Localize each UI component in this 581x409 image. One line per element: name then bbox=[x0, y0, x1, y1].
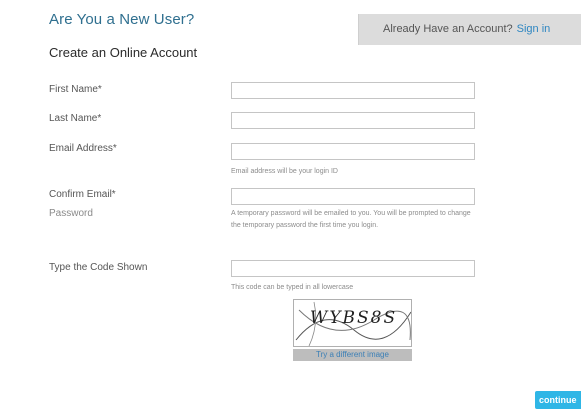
sign-in-link[interactable]: Sign in bbox=[517, 23, 551, 35]
password-label: Password bbox=[49, 208, 93, 219]
try-different-image-link[interactable]: Try a different image bbox=[293, 349, 412, 361]
captcha-hint: This code can be typed in all lowercase bbox=[231, 284, 354, 291]
existing-account-text: Already Have an Account? Sign in bbox=[383, 23, 550, 35]
continue-button[interactable]: continue bbox=[535, 391, 581, 409]
captcha-image: WYBS8S bbox=[293, 299, 412, 347]
new-user-heading: Are You a New User? bbox=[49, 11, 195, 28]
captcha-text: WYBS8S bbox=[309, 308, 398, 328]
have-account-label: Already Have an Account? bbox=[383, 23, 513, 35]
email-hint: Email address will be your login ID bbox=[231, 168, 338, 175]
captcha-code-label: Type the Code Shown bbox=[49, 262, 148, 273]
first-name-input[interactable] bbox=[231, 82, 475, 99]
last-name-input[interactable] bbox=[231, 112, 475, 129]
last-name-label: Last Name* bbox=[49, 113, 102, 124]
confirm-email-input[interactable] bbox=[231, 188, 475, 205]
first-name-label: First Name* bbox=[49, 84, 102, 95]
email-label: Email Address* bbox=[49, 143, 117, 154]
email-input[interactable] bbox=[231, 143, 475, 160]
password-hint: A temporary password will be emailed to … bbox=[231, 210, 471, 229]
captcha-code-input[interactable] bbox=[231, 260, 475, 277]
existing-account-panel: Already Have an Account? Sign in bbox=[358, 14, 581, 45]
confirm-email-label: Confirm Email* bbox=[49, 189, 116, 200]
form-title: Create an Online Account bbox=[49, 45, 198, 60]
